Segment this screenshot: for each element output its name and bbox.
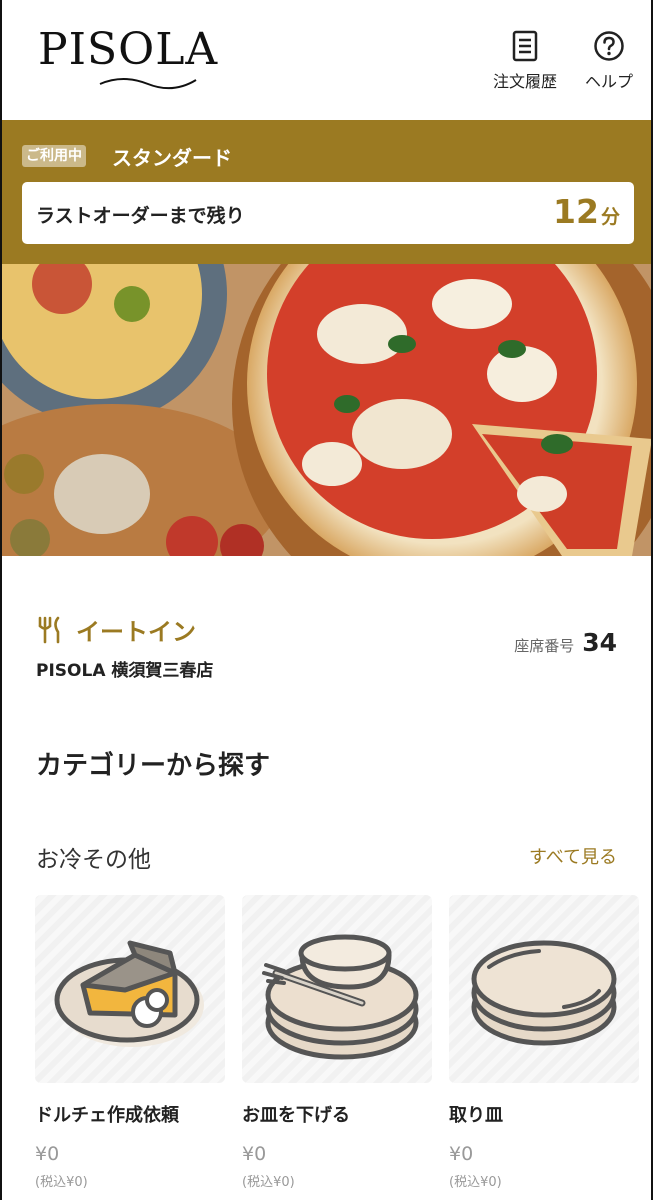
- product-tax-price: (税込¥0): [35, 1175, 88, 1190]
- plan-name: スタンダード: [112, 146, 232, 170]
- last-order-label: ラストオーダーまで残り: [36, 205, 245, 227]
- product-image: [35, 895, 225, 1083]
- product-card-clear-plates[interactable]: お皿を下げる ¥0 (税込¥0): [242, 895, 432, 1190]
- order-history-button[interactable]: 注文履歴: [487, 30, 563, 92]
- plan-banner: ご利用中 スタンダード ラストオーダーまで残り 12 分: [2, 120, 651, 264]
- terrine: [54, 454, 150, 534]
- product-tax-price: (税込¥0): [449, 1175, 502, 1190]
- logo-swoosh-icon: [99, 78, 197, 90]
- hero-illustration: [2, 264, 651, 556]
- hero-food-image: [2, 264, 651, 556]
- product-image: [449, 895, 639, 1083]
- app-screen: PISOLA 注文履歴 ヘルプ ご利用中 スタンダード ラストオーダーまで残り …: [0, 0, 653, 1200]
- pisola-logo[interactable]: PISOLA: [38, 24, 219, 90]
- order-history-label: 注文履歴: [492, 72, 557, 91]
- help-icon: [594, 31, 624, 61]
- in-use-badge: ご利用中: [22, 145, 86, 167]
- browse-by-category-title: カテゴリーから探す: [36, 751, 271, 781]
- eat-in-label: イートイン: [76, 618, 196, 646]
- product-price: ¥0: [449, 1143, 474, 1165]
- product-image: [242, 895, 432, 1083]
- product-name: お皿を下げる: [242, 1105, 350, 1126]
- see-all-link[interactable]: すべて見る: [529, 843, 617, 869]
- product-price: ¥0: [35, 1143, 60, 1165]
- help-button[interactable]: ヘルプ: [578, 30, 640, 92]
- logo-text: PISOLA: [38, 24, 219, 75]
- seat-number: 34: [582, 628, 617, 657]
- product-card-dolce[interactable]: ドルチェ作成依頼 ¥0 (税込¥0): [35, 895, 225, 1190]
- store-name: PISOLA 横須賀三春店: [36, 661, 214, 681]
- eat-in-heading: イートイン: [36, 612, 196, 647]
- seat-info: 座席番号 34: [514, 628, 617, 657]
- product-name: 取り皿: [449, 1105, 503, 1126]
- last-order-remaining: 12 分: [553, 192, 620, 231]
- cake-icon: [54, 940, 204, 1047]
- last-order-card: ラストオーダーまで残り 12 分: [22, 182, 634, 244]
- product-card-side-plates[interactable]: 取り皿 ¥0 (税込¥0): [449, 895, 639, 1190]
- product-name: ドルチェ作成依頼: [35, 1105, 179, 1126]
- product-price: ¥0: [242, 1143, 267, 1165]
- app-header: PISOLA 注文履歴 ヘルプ: [2, 0, 651, 120]
- plates-fork-icon: [262, 934, 419, 1060]
- last-order-minutes: 12: [553, 192, 599, 231]
- cutlery-icon: [38, 616, 60, 643]
- category-title: お冷その他: [36, 847, 151, 873]
- last-order-unit: 分: [600, 206, 620, 228]
- receipt-icon: [512, 30, 538, 62]
- seat-label: 座席番号: [514, 637, 575, 655]
- product-tax-price: (税込¥0): [242, 1175, 295, 1190]
- help-label: ヘルプ: [584, 72, 633, 91]
- plates-icon: [471, 940, 617, 1046]
